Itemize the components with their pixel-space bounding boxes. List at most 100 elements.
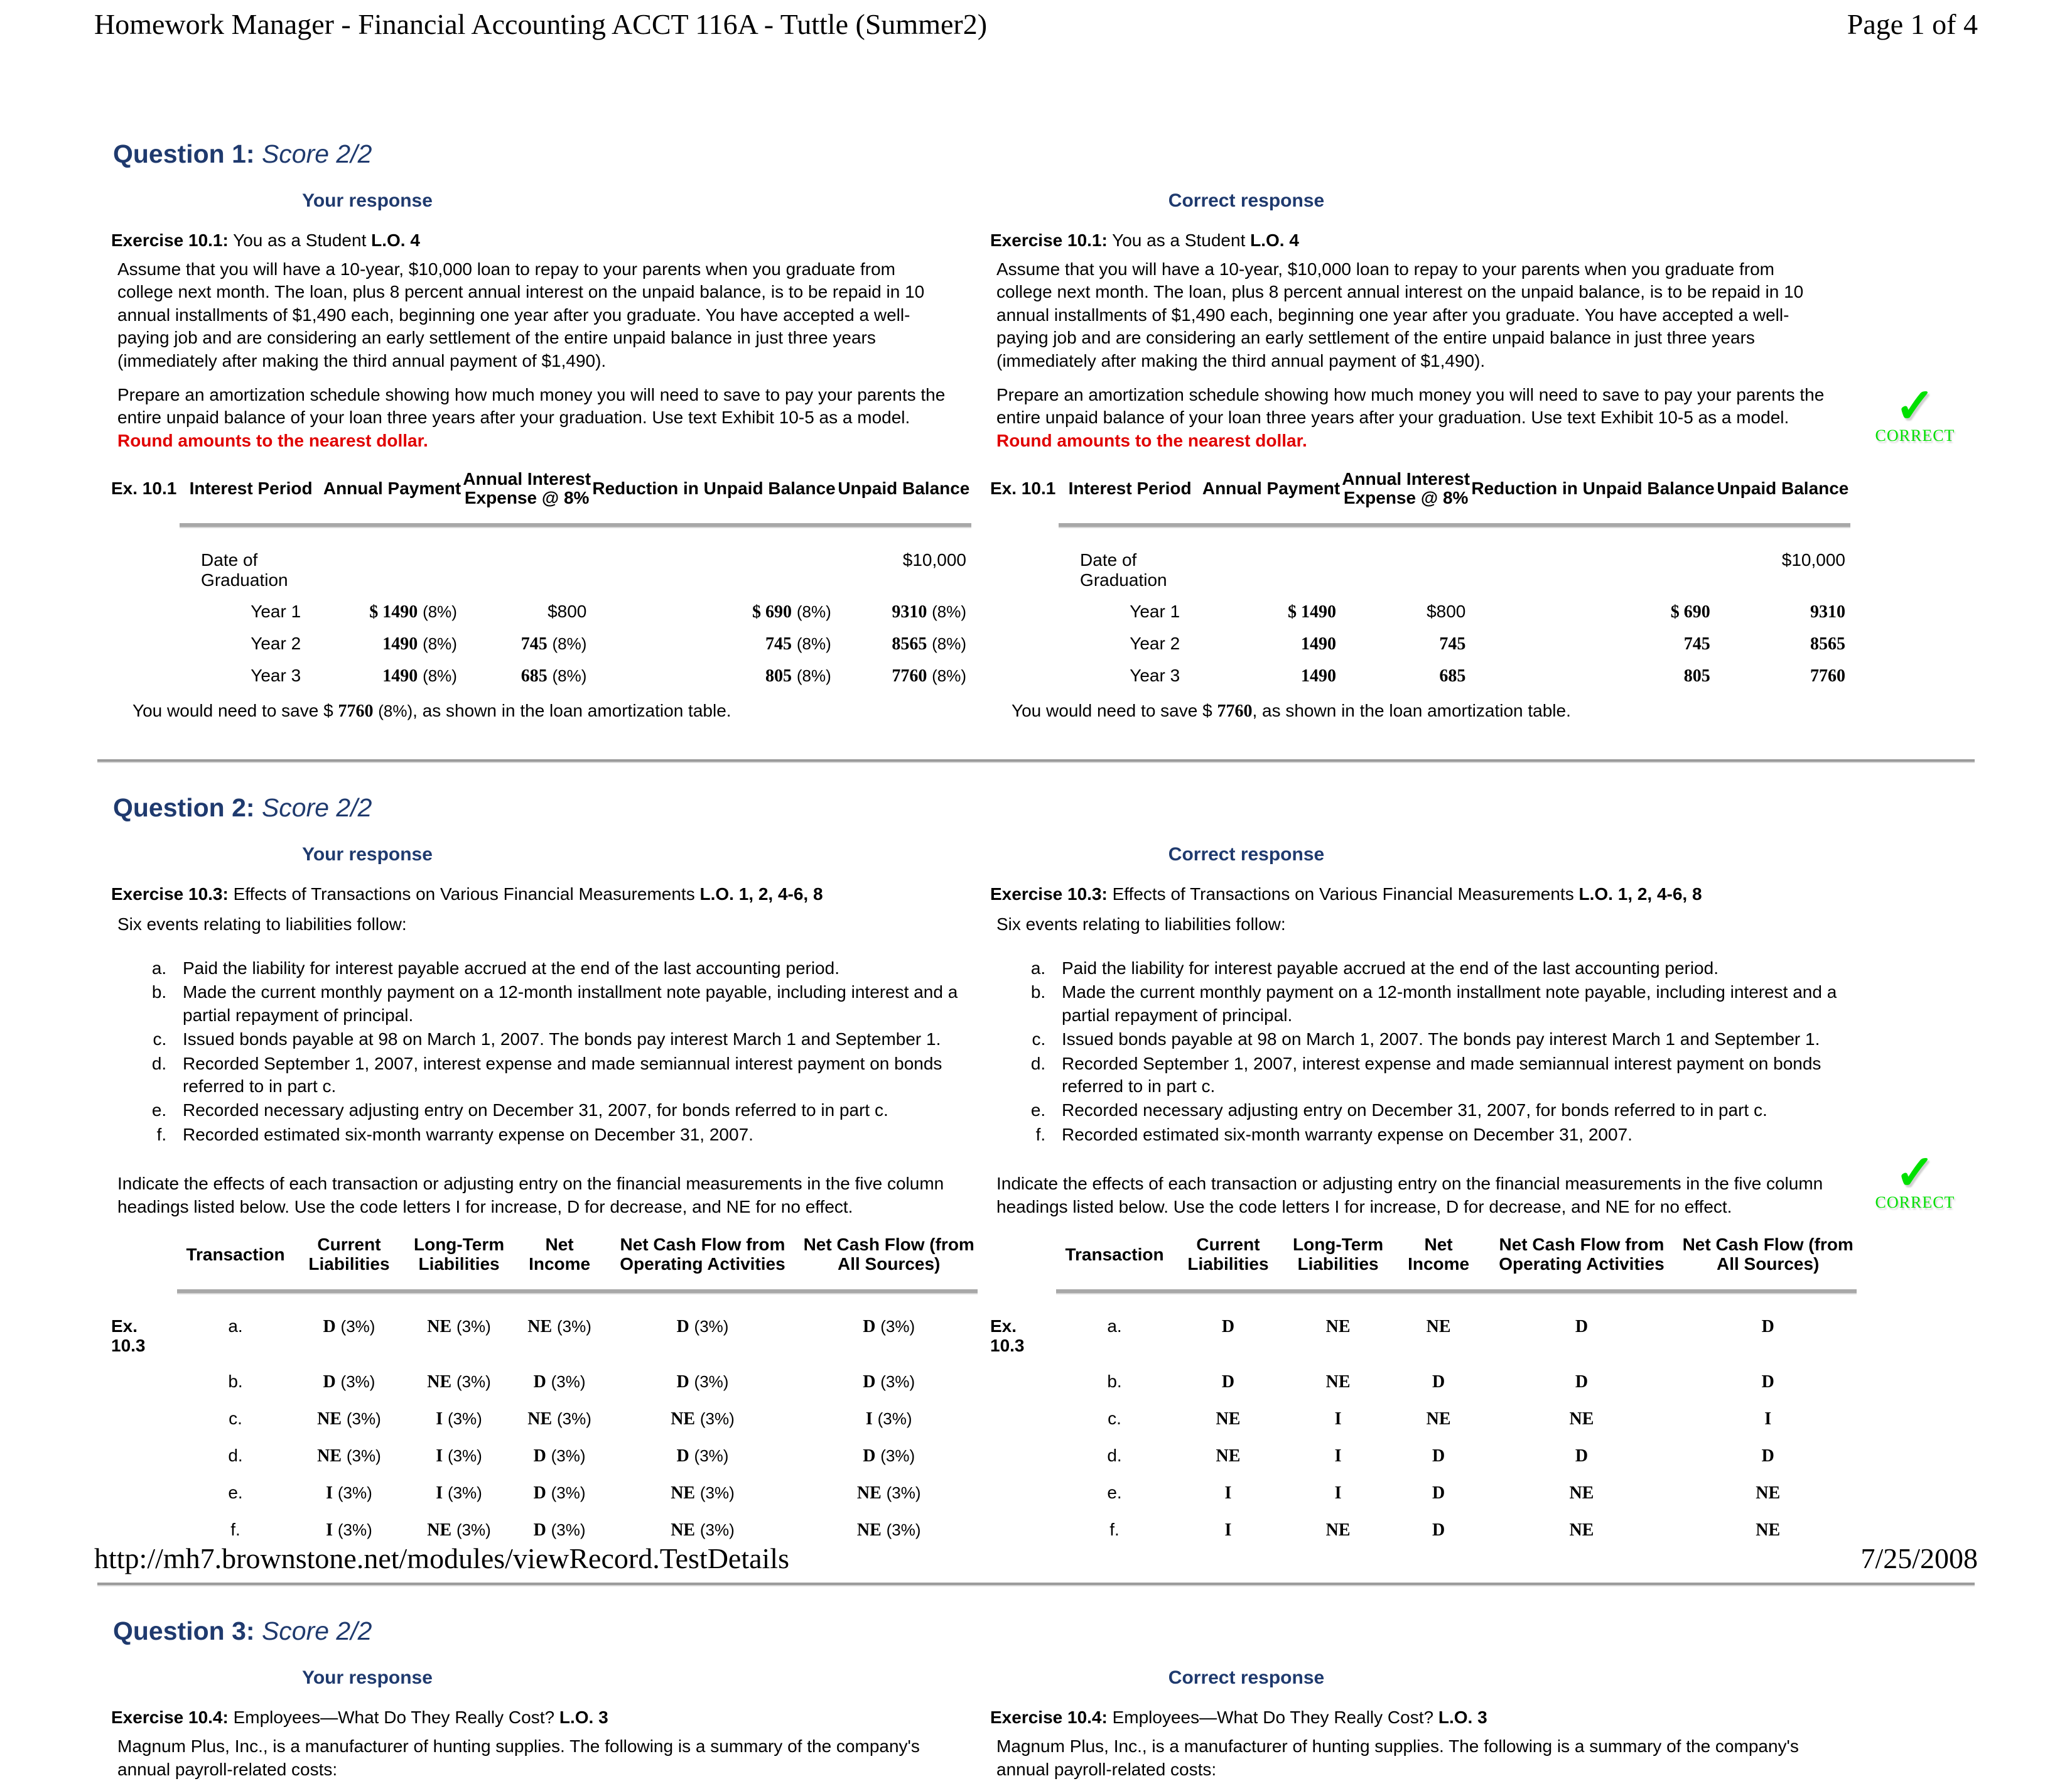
q2-a-ni-right: NE [1426,1316,1451,1336]
q1-graduation-label-left: Date of Graduation [201,549,288,590]
question-2-label: Question 2: [113,793,255,822]
q2-correct-response-label: Correct response [1168,843,1325,865]
q1-col-int-l2-right: Expense @ 8% [1343,488,1469,508]
q1-graduation-balance-left: $10,000 [902,549,966,570]
q1-ex-label-left: Ex. 10.1 [111,479,177,499]
q1-reduction-y1-tag-left: (8%) [796,602,831,621]
q1-amortization-table-right: Ex. 10.1 Interest Period Annual Payment … [990,470,1850,691]
question-2-score: Score 2/2 [261,793,372,822]
q1-exercise-label-left: Exercise 10.1: [111,230,229,250]
q2-table-header-row-left: Transaction Current Liabilities Long-Term… [111,1235,978,1279]
q2-c-as-right: I [1764,1409,1772,1429]
q2-c-ll-left: I [436,1409,443,1429]
q1-paragraph-2-right: Prepare an amortization schedule showing… [996,384,1825,452]
q1-correct-stamp-label: CORRECT [1875,426,1955,445]
q1-interest-y2-right: 745 [1439,634,1466,654]
q2-b-ni-right: D [1432,1372,1445,1392]
q2-f-ll-right: NE [1325,1520,1351,1540]
q2-col-net-income-left: Net Income [529,1234,591,1274]
q2-row-e-right: e. I I D NE NE [990,1475,1857,1512]
q1-col-annual-payment-left: Annual Payment [323,479,461,499]
q1-col-int-l2-left: Expense @ 8% [464,488,590,508]
list-item: Recorded September 1, 2007, interest exp… [1050,1053,1842,1098]
q2-e-ni-left: D [533,1483,546,1503]
q2-your-response-label: Your response [302,843,433,865]
q2-txn-a-right: a. [1107,1316,1122,1336]
q1-save-value-right: 7760 [1217,701,1253,721]
q1-save-prefix-left: You would need to save $ [132,700,333,720]
q1-reduction-y3-tag-left: (8%) [796,666,831,685]
q1-row-year1-left: Year 1 $ 1490 (8%) $800 $ 690 (8%) 9310 … [111,596,971,628]
list-item: Issued bonds payable at 98 on March 1, 2… [171,1028,963,1051]
q2-b-ll-right: NE [1325,1372,1351,1392]
q1-ex-label-right: Ex. 10.1 [990,479,1056,499]
q3-correct-response-column: Correct response Exercise 10.4: Employee… [976,1667,1855,1781]
q1-save-prefix-right: You would need to save $ [1012,700,1212,720]
q2-instruction-left: Indicate the effects of each transaction… [117,1174,944,1216]
list-item: Issued bonds payable at 98 on March 1, 2… [1050,1028,1842,1051]
q1-balance-y2-left: 8565 [892,634,927,654]
q2-e-op-left: NE [671,1483,696,1503]
q1-interest-y1-right: $800 [1427,601,1466,621]
q2-txn-c-left: c. [229,1409,242,1429]
q2-f-ll-left: NE [427,1520,452,1540]
q3-lo-right: L.O. 3 [1438,1708,1487,1728]
q1-balance-y3-tag-left: (8%) [932,666,966,685]
q1-interest-y3-right: 685 [1439,666,1466,686]
q2-c-cl-left: NE [317,1409,342,1429]
q2-table-header-row-right: Transaction Current Liabilities Long-Term… [990,1235,1857,1279]
q2-c-op-left: NE [671,1409,696,1429]
q3-exercise-label-left: Exercise 10.4: [111,1708,229,1728]
q1-correct-response-label: Correct response [1168,190,1325,211]
q1-save-suffix-left: , as shown in the loan amortization tabl… [413,700,731,720]
q1-balance-y3-left: 7760 [892,666,927,686]
q2-b-cl-right: D [1221,1372,1235,1392]
question-3-score: Score 2/2 [261,1616,372,1646]
q3-lo-left: L.O. 3 [559,1708,608,1728]
question-3-block: Question 3: Score 2/2 Your response Exer… [97,1616,1975,1781]
q2-txn-b-left: b. [228,1372,243,1392]
q2-exercise-label-left: Exercise 10.3: [111,884,229,904]
q2-c-op-right: NE [1569,1409,1594,1429]
q1-col-interest-expense-right: Annual Interest Expense @ 8% [1341,470,1470,511]
q2-ex-label-left: Ex. 10.3 [111,1316,146,1355]
q1-payment-y2-left: 1490 [382,634,418,654]
check-icon: ✓ [1895,380,1935,433]
q1-amortization-table-left: Ex. 10.1 Interest Period Annual Payment … [111,470,971,691]
q1-row-year3-right: Year 3 1490 685 805 7760 [990,660,1850,692]
q2-row-c-left: c. NE (3%) I (3%) NE (3%) NE (3%) I (3%) [111,1400,978,1437]
q2-c-ll-right: I [1334,1409,1342,1429]
q1-exercise-line-right: Exercise 10.1: You as a Student L.O. 4 [990,230,1855,251]
q1-graduation-row-right: Date of Graduation $10,000 [990,544,1850,596]
q1-interest-y2-tag-left: (8%) [552,634,587,653]
q2-table-rule-right [990,1279,1857,1308]
q3-exercise-label-right: Exercise 10.4: [990,1708,1108,1728]
q1-col-reduction-left: Reduction in Unpaid Balance [592,479,836,499]
q1-col-int-l1-right: Annual Interest [1342,469,1470,489]
q1-balance-y1-tag-left: (8%) [932,602,966,621]
q2-row-d-left: d. NE (3%) I (3%) D (3%) D (3%) D (3%) [111,1437,978,1475]
q2-table-rule-left [111,1279,978,1308]
question-1-block: Question 1: Score 2/2 Your response Exer… [97,139,1975,722]
q2-d-cl-left: NE [317,1446,342,1466]
q2-e-ll-left: I [436,1483,443,1503]
q1-reduction-y1-right: $ 690 [1670,602,1710,622]
q1-interest-y1-left: $800 [548,601,587,621]
q3-your-response-label: Your response [302,1667,433,1689]
q1-reduction-y3-right: 805 [1683,666,1710,686]
q2-f-cl-right: I [1224,1520,1232,1540]
q2-row-c-right: c. NE I NE NE I [990,1400,1857,1437]
q1-save-tag-left: (8%) [378,701,413,720]
q1-col-int-l1-left: Annual Interest [463,469,591,489]
q1-balance-y1-left: 9310 [892,602,927,622]
q1-save-value-left: 7760 [338,701,374,721]
q2-exercise-label-right: Exercise 10.3: [990,884,1108,904]
q1-period-y2-left: Year 2 [251,633,301,653]
q2-events-list-right: Paid the liability for interest payable … [1017,957,1842,1146]
question-3-label: Question 3: [113,1616,255,1646]
q2-row-a-right: Ex. 10.3 a. D NE NE D D [990,1308,1857,1364]
q2-txn-d-left: d. [228,1446,243,1466]
q2-row-a-left: Ex. 10.3 a. D (3%) NE (3%) NE (3%) D (3%)… [111,1308,978,1364]
q2-f-op-right: NE [1569,1520,1594,1540]
q2-col-ncf-all-sources-left: Net Cash Flow (from All Sources) [803,1234,974,1274]
